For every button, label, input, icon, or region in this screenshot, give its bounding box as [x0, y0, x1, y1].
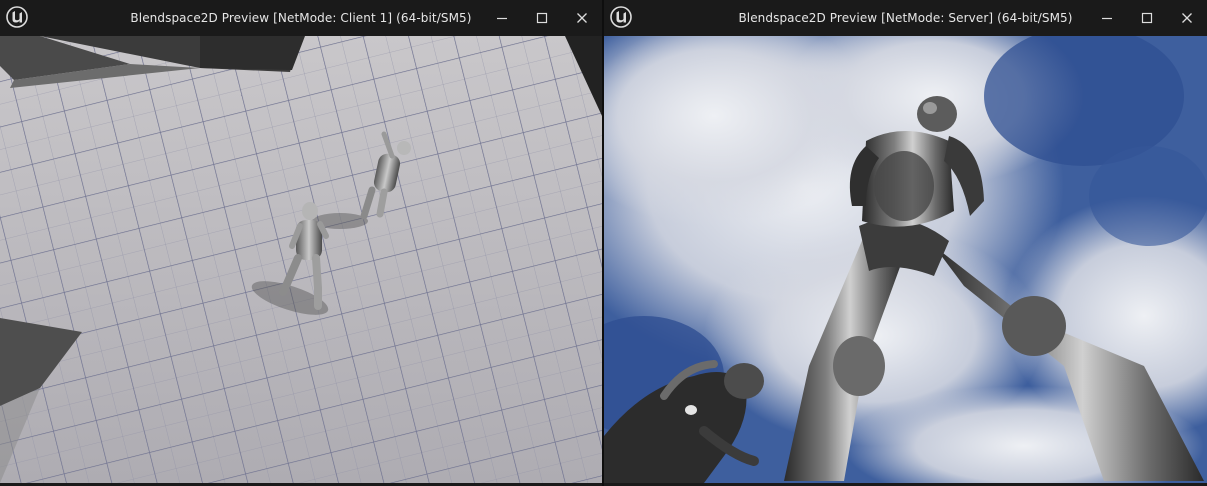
client-window: Blendspace2D Preview [NetMode: Client 1]…: [0, 0, 602, 486]
close-icon: [1182, 13, 1192, 23]
maximize-button[interactable]: [1127, 0, 1167, 36]
minimize-button[interactable]: [482, 0, 522, 36]
maximize-icon: [536, 12, 548, 24]
server-scene: [604, 36, 1207, 483]
maximize-button[interactable]: [522, 0, 562, 36]
close-button[interactable]: [1167, 0, 1207, 36]
minimize-icon: [1102, 17, 1112, 20]
client-scene: [0, 36, 602, 483]
client-titlebar[interactable]: Blendspace2D Preview [NetMode: Client 1]…: [0, 0, 602, 36]
minimize-button[interactable]: [1087, 0, 1127, 36]
close-icon: [577, 13, 587, 23]
minimize-icon: [497, 17, 507, 20]
server-titlebar[interactable]: Blendspace2D Preview [NetMode: Server] (…: [604, 0, 1207, 36]
close-button[interactable]: [562, 0, 602, 36]
maximize-icon: [1141, 12, 1153, 24]
server-window: Blendspace2D Preview [NetMode: Server] (…: [604, 0, 1207, 486]
server-viewport[interactable]: [604, 36, 1207, 483]
client-viewport[interactable]: [0, 36, 602, 483]
